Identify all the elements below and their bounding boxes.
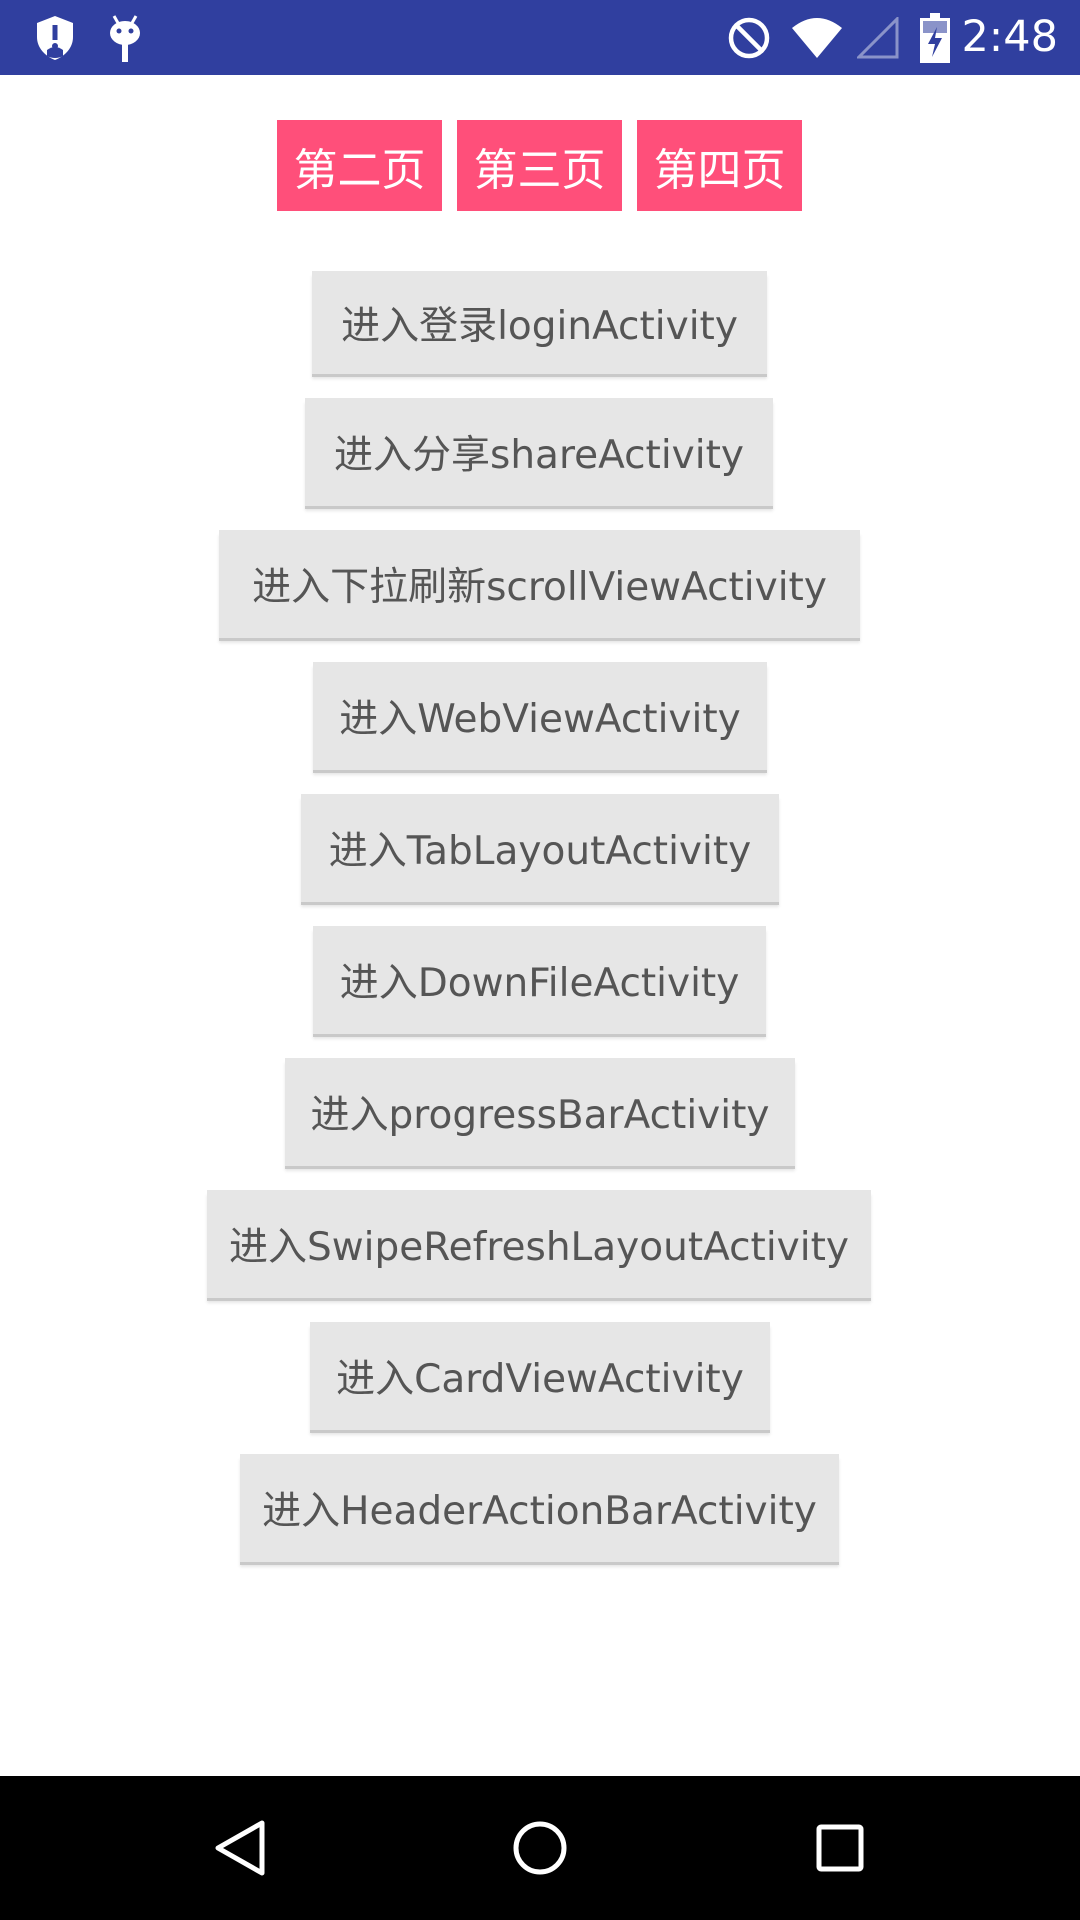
login-activity-button[interactable]: 进入登录loginActivity bbox=[312, 271, 767, 374]
shield-alert-icon bbox=[30, 0, 80, 75]
cardview-activity-button[interactable]: 进入CardViewActivity bbox=[310, 1322, 770, 1430]
status-bar: 2:48 bbox=[0, 0, 1080, 75]
scrollview-activity-button[interactable]: 进入下拉刷新scrollViewActivity bbox=[219, 530, 860, 638]
progressbar-activity-button[interactable]: 进入progressBarActivity bbox=[285, 1058, 795, 1166]
tab-page-four[interactable]: 第四页 bbox=[637, 120, 802, 211]
webview-activity-button[interactable]: 进入WebViewActivity bbox=[313, 662, 767, 770]
share-activity-button[interactable]: 进入分享shareActivity bbox=[305, 398, 773, 506]
do-not-disturb-icon bbox=[726, 0, 772, 75]
android-debug-icon bbox=[100, 0, 150, 75]
downfile-activity-button[interactable]: 进入DownFileActivity bbox=[313, 926, 766, 1034]
tablayout-activity-button[interactable]: 进入TabLayoutActivity bbox=[301, 794, 779, 902]
cell-signal-icon bbox=[856, 0, 900, 75]
page-tab-row: 第二页 第三页 第四页 bbox=[0, 120, 1080, 211]
tab-page-three[interactable]: 第三页 bbox=[457, 120, 622, 211]
swiperefresh-activity-button[interactable]: 进入SwipeRefreshLayoutActivity bbox=[207, 1190, 871, 1298]
tab-page-two[interactable]: 第二页 bbox=[277, 120, 442, 211]
battery-charging-icon bbox=[918, 0, 952, 75]
headeractionbar-activity-button[interactable]: 进入HeaderActionBarActivity bbox=[240, 1454, 839, 1562]
wifi-icon bbox=[790, 0, 844, 75]
home-icon[interactable] bbox=[460, 1776, 620, 1920]
back-icon[interactable] bbox=[160, 1776, 320, 1920]
recents-icon[interactable] bbox=[760, 1776, 920, 1920]
status-time: 2:48 bbox=[961, 12, 1058, 62]
navigation-bar bbox=[0, 1776, 1080, 1920]
